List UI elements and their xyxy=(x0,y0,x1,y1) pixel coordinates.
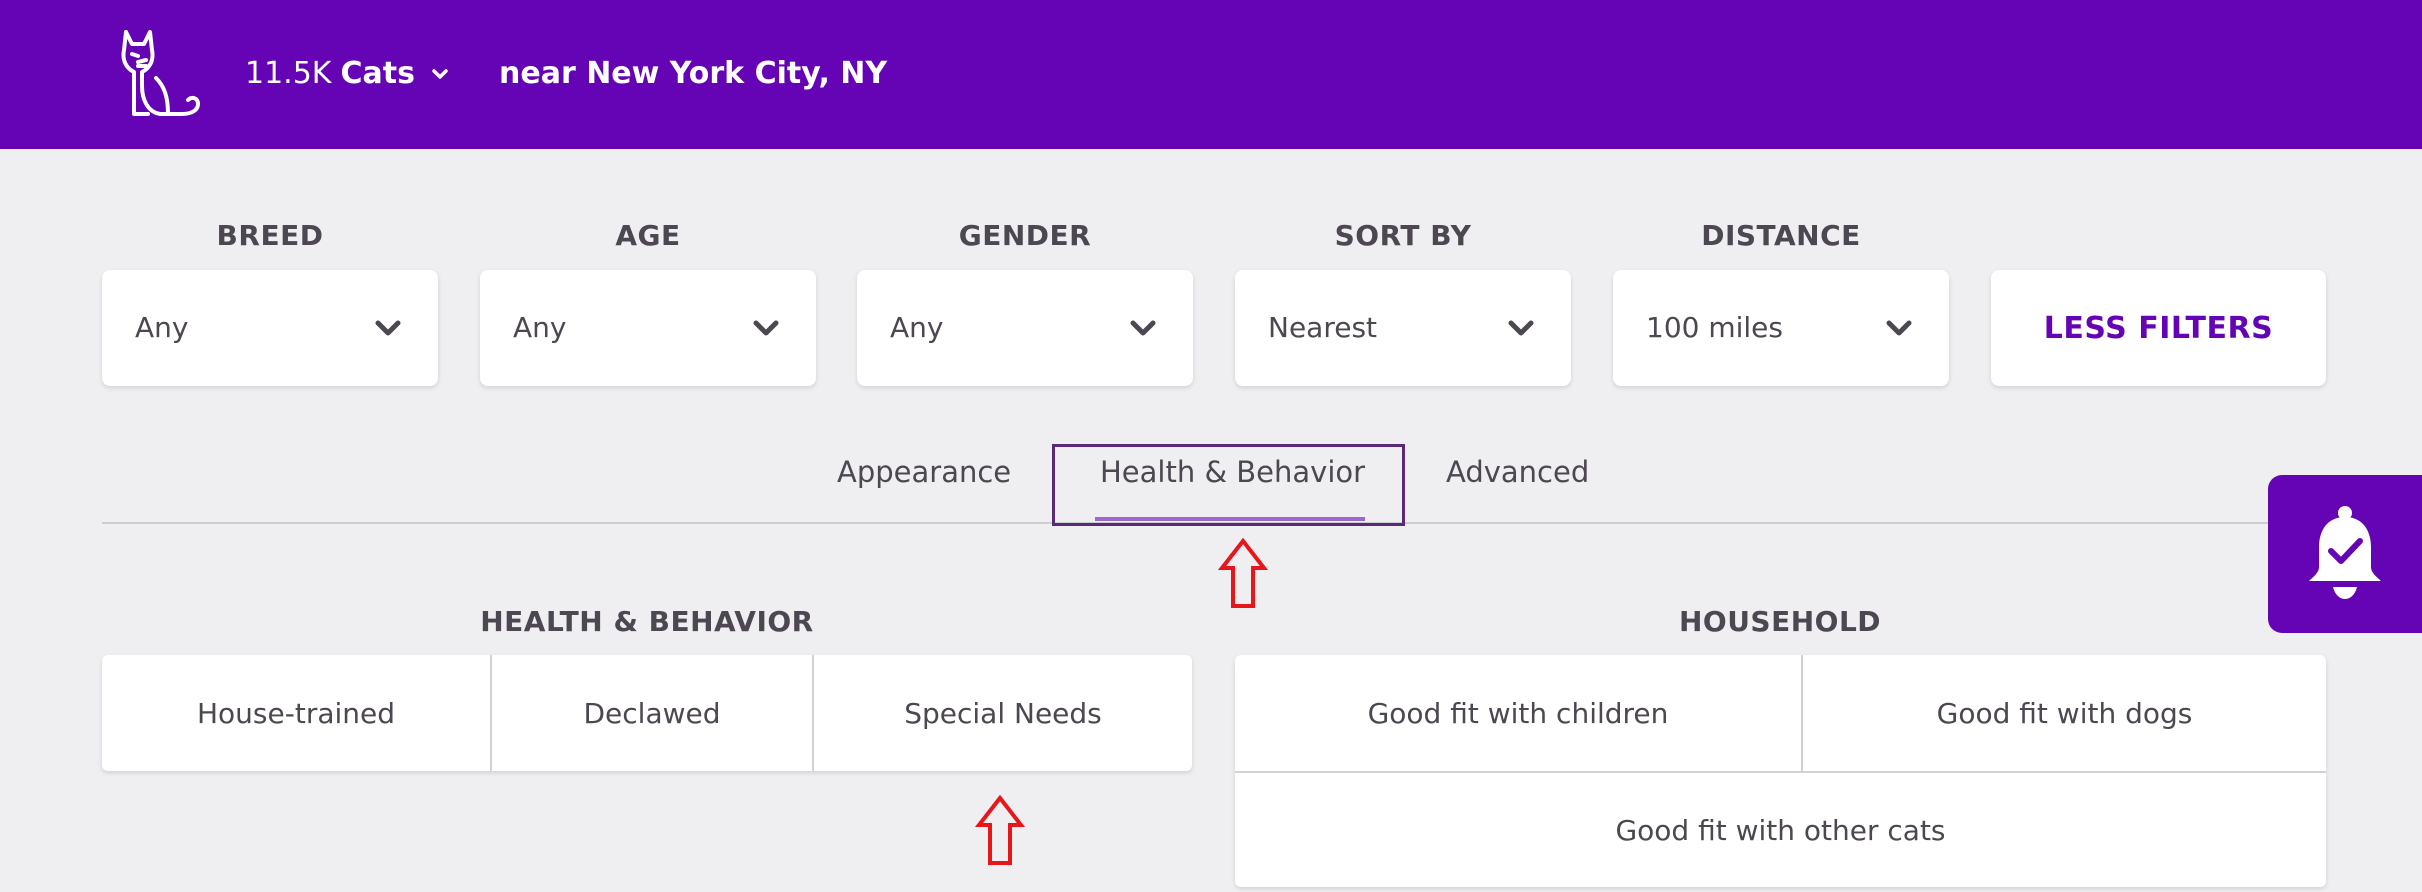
animal-type-selector[interactable]: 11.5K Cats xyxy=(245,54,451,94)
household-options: Good fit with children Good fit with dog… xyxy=(1235,655,2326,887)
age-dropdown[interactable]: Any xyxy=(480,270,816,386)
health-behavior-options: House-trained Declawed Special Needs xyxy=(102,655,1192,771)
distance-dropdown[interactable]: 100 miles xyxy=(1613,270,1949,386)
chevron-down-icon xyxy=(1130,320,1156,336)
health-behavior-title: HEALTH & BEHAVIOR xyxy=(480,605,814,638)
chevron-down-icon xyxy=(375,320,401,336)
chevron-down-icon xyxy=(1886,320,1912,336)
tab-advanced[interactable]: Advanced xyxy=(1446,450,1589,494)
house-trained-option[interactable]: House-trained xyxy=(102,655,490,771)
sort-by-label: SORT BY xyxy=(1334,219,1472,252)
chevron-down-icon xyxy=(1508,320,1534,336)
gender-value: Any xyxy=(890,311,944,344)
red-up-arrow-icon xyxy=(1218,538,1268,608)
tab-health-behavior[interactable]: Health & Behavior xyxy=(1100,450,1365,494)
breed-label: BREED xyxy=(216,219,324,252)
gender-dropdown[interactable]: Any xyxy=(857,270,1193,386)
age-value: Any xyxy=(513,311,567,344)
good-fit-children-option[interactable]: Good fit with children xyxy=(1235,655,1801,771)
tab-appearance[interactable]: Appearance xyxy=(837,450,1011,494)
special-needs-option[interactable]: Special Needs xyxy=(814,655,1192,771)
chevron-down-icon xyxy=(753,320,779,336)
declawed-option[interactable]: Declawed xyxy=(492,655,812,771)
good-fit-dogs-option[interactable]: Good fit with dogs xyxy=(1803,655,2326,771)
household-title: HOUSEHOLD xyxy=(1678,605,1882,638)
good-fit-other-cats-option[interactable]: Good fit with other cats xyxy=(1235,773,2326,887)
age-label: AGE xyxy=(615,219,681,252)
less-filters-button[interactable]: LESS FILTERS xyxy=(1991,270,2326,386)
breed-dropdown[interactable]: Any xyxy=(102,270,438,386)
result-count: 11.5K xyxy=(245,56,332,91)
sort-by-dropdown[interactable]: Nearest xyxy=(1235,270,1571,386)
location-selector[interactable]: near New York City, NY xyxy=(499,54,887,94)
cat-logo-icon[interactable] xyxy=(112,26,204,122)
animal-type: Cats xyxy=(340,56,415,91)
top-bar: 11.5K Cats near New York City, NY xyxy=(0,0,2422,149)
search-alert-button[interactable] xyxy=(2268,475,2422,633)
distance-value: 100 miles xyxy=(1646,311,1783,344)
active-tab-underline xyxy=(1095,517,1365,521)
distance-label: DISTANCE xyxy=(1701,219,1861,252)
gender-label: GENDER xyxy=(958,219,1092,252)
chevron-down-icon xyxy=(432,69,448,79)
bell-check-icon xyxy=(2309,506,2381,599)
red-up-arrow-icon xyxy=(975,795,1025,865)
breed-value: Any xyxy=(135,311,189,344)
sort-by-value: Nearest xyxy=(1268,311,1378,344)
